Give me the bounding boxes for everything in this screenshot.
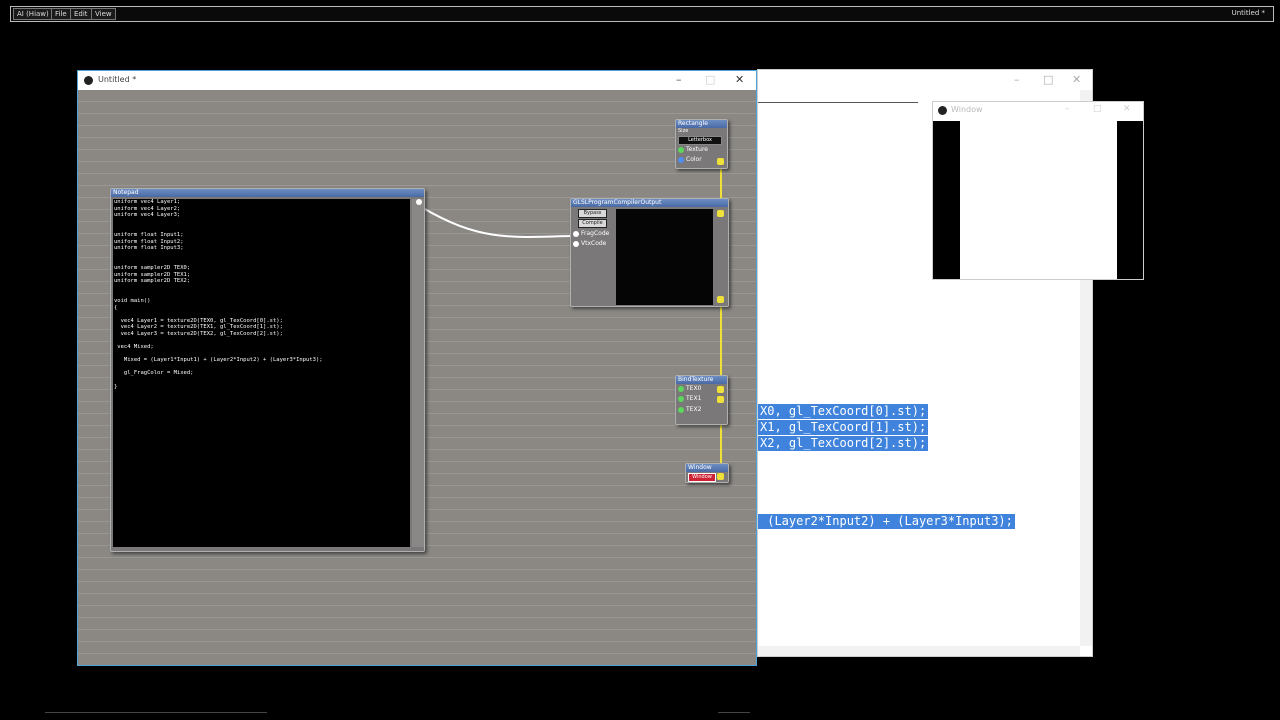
rectangle-node[interactable]: Rectangle Size Letterbox Texture Color — [675, 119, 728, 169]
input-port[interactable] — [717, 473, 724, 480]
input-port[interactable] — [717, 386, 724, 393]
top-menu-bar: AI (Hiaw) File Edit View Untitled * — [10, 6, 1274, 22]
close-button[interactable]: ✕ — [1123, 104, 1131, 114]
rendered-frame — [960, 121, 1117, 279]
node-editor-titlebar: Untitled * – □ ✕ — [78, 71, 756, 90]
port-label: Texture — [686, 146, 708, 153]
frag-port[interactable] — [573, 231, 579, 237]
tex0-port[interactable] — [678, 386, 684, 392]
render-canvas[interactable] — [933, 121, 1143, 279]
output-port[interactable] — [717, 296, 724, 303]
size-label: Size — [678, 128, 689, 134]
menu-view[interactable]: View — [91, 8, 116, 20]
code-line[interactable]: X0, gl_TexCoord[0].st); — [758, 404, 929, 419]
compile-button[interactable]: Compile — [578, 219, 607, 228]
color-port[interactable] — [678, 157, 684, 163]
close-button[interactable]: ✕ — [735, 73, 744, 86]
window-title: Untitled * — [98, 75, 137, 84]
port-label: TEX1 — [686, 395, 702, 402]
bypass-button[interactable]: Bypass — [578, 209, 607, 218]
glsl-compiler-node[interactable]: GLSLProgramCompilerOutput Bypass Compile… — [570, 198, 729, 307]
menu-file[interactable]: File — [51, 8, 71, 20]
notepad-scrollbar[interactable] — [412, 199, 424, 547]
window-node[interactable]: Window Window — [685, 463, 729, 483]
taskbar-line — [45, 712, 267, 713]
node-editor-window: Untitled * – □ ✕ Notepad uniform vec4 La… — [77, 70, 757, 666]
output-port[interactable] — [416, 199, 422, 205]
menu-app[interactable]: AI (Hiaw) — [13, 8, 53, 20]
output-window-titlebar: Window – □ ✕ — [933, 102, 1143, 120]
input-port[interactable] — [717, 210, 724, 217]
port-label: FragCode — [581, 230, 610, 237]
close-button[interactable]: ✕ — [1072, 73, 1081, 86]
patch-canvas[interactable]: Notepad uniform vec4 Layer1; uniform vec… — [78, 90, 756, 665]
maximize-button[interactable]: □ — [705, 73, 715, 86]
node-title: Notepad — [111, 189, 424, 197]
bindtexture-node[interactable]: BindTexture TEX0 TEX1 TEX2 — [675, 375, 728, 425]
app-icon — [938, 106, 947, 115]
node-title: GLSLProgramCompilerOutput — [571, 199, 728, 207]
node-title: BindTexture — [676, 376, 727, 384]
minimize-button[interactable]: – — [1014, 73, 1020, 86]
node-title: Window — [686, 464, 728, 472]
port-label: VtxCode — [581, 240, 607, 247]
output-port[interactable] — [717, 158, 724, 165]
port-label: TEX0 — [686, 385, 702, 392]
notepad-node[interactable]: Notepad uniform vec4 Layer1; uniform vec… — [110, 188, 425, 552]
output-port[interactable] — [717, 396, 724, 403]
app-icon — [84, 76, 93, 85]
minimize-button[interactable]: – — [676, 73, 682, 86]
shader-preview — [616, 209, 713, 305]
document-title: Untitled * — [1231, 9, 1265, 17]
menu-edit[interactable]: Edit — [70, 8, 92, 20]
maximize-button[interactable]: □ — [1043, 73, 1053, 86]
horizontal-scrollbar[interactable] — [758, 646, 1080, 656]
window-button[interactable]: Window — [688, 473, 716, 482]
texture-port[interactable] — [678, 147, 684, 153]
maximize-button[interactable]: □ — [1093, 104, 1102, 114]
text-editor-titlebar: – □ ✕ — [758, 70, 1092, 90]
minimize-button[interactable]: – — [1065, 104, 1070, 114]
vtx-port[interactable] — [573, 241, 579, 247]
size-dropdown[interactable]: Letterbox — [678, 136, 722, 145]
tex1-port[interactable] — [678, 396, 684, 402]
port-label: TEX2 — [686, 406, 702, 413]
divider — [758, 102, 918, 103]
shader-code-editor[interactable]: uniform vec4 Layer1; uniform vec4 Layer2… — [113, 199, 410, 547]
taskbar-line — [718, 712, 750, 713]
port-label: Color — [686, 156, 702, 163]
output-window-title: Window — [951, 105, 983, 114]
code-line[interactable]: X1, gl_TexCoord[1].st); — [758, 420, 929, 435]
code-line[interactable]: X2, gl_TexCoord[2].st); — [758, 436, 929, 451]
tex2-port[interactable] — [678, 407, 684, 413]
output-window: Window – □ ✕ — [932, 101, 1144, 280]
code-line[interactable]: (Layer2*Input2) + (Layer3*Input3); — [758, 514, 1015, 529]
